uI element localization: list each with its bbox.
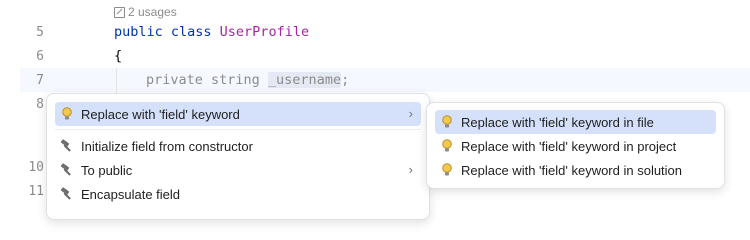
menu-item-encapsulate-field[interactable]: Encapsulate field [55,182,421,206]
quick-fix-submenu: Replace with 'field' keyword in file Rep… [426,102,725,189]
hammer-icon [57,163,77,177]
submenu-item-label: Replace with 'field' keyword in file [461,114,654,130]
class-name: UserProfile [219,24,310,40]
line-number-10: 10 [28,160,44,175]
line-number-8: 8 [36,97,44,112]
bulb-icon [437,163,457,177]
menu-separator [55,129,421,130]
submenu-item-label: Replace with 'field' keyword in project [461,138,677,154]
menu-item-label: Replace with 'field' keyword [81,106,240,122]
submenu-item-label: Replace with 'field' keyword in solution [461,162,683,178]
line-number-7: 7 [36,73,44,88]
keyword-public-class: public class [114,24,220,40]
submenu-item-replace-in-project[interactable]: Replace with 'field' keyword in project [435,134,716,158]
line-number-6: 6 [36,49,44,64]
hammer-icon [57,187,77,201]
usages-hint[interactable]: 2 usages [114,5,177,19]
field-modifier: private string [146,72,268,88]
chevron-right-icon: › [408,162,413,177]
line-number-11: 11 [28,184,44,199]
caret-line-highlight [20,68,750,92]
menu-item-label: Initialize field from constructor [81,138,253,154]
code-line-7[interactable]: private string _username; [146,72,349,88]
submenu-item-replace-in-solution[interactable]: Replace with 'field' keyword in solution [435,158,716,182]
submenu-item-replace-in-file[interactable]: Replace with 'field' keyword in file [435,110,716,134]
menu-item-to-public[interactable]: To public › [55,158,421,182]
code-line-6[interactable]: { [114,48,122,64]
code-line-5[interactable]: public class UserProfile [114,24,309,40]
hammer-icon [57,139,77,153]
bulb-icon [437,115,457,129]
bulb-icon [437,139,457,153]
menu-item-initialize-field[interactable]: Initialize field from constructor [55,134,421,158]
menu-item-replace-field-keyword[interactable]: Replace with 'field' keyword › [55,102,421,126]
bulb-icon [57,107,77,121]
quick-fix-menu: Replace with 'field' keyword › Initializ… [46,93,430,220]
chevron-right-icon: › [408,106,413,121]
field-name: _username [267,72,342,88]
menu-item-label: To public [81,162,133,178]
line-number-5: 5 [36,25,44,40]
usages-icon [114,6,125,18]
usages-label: 2 usages [128,5,177,19]
menu-item-label: Encapsulate field [81,186,181,202]
statement-end: ; [341,72,350,88]
